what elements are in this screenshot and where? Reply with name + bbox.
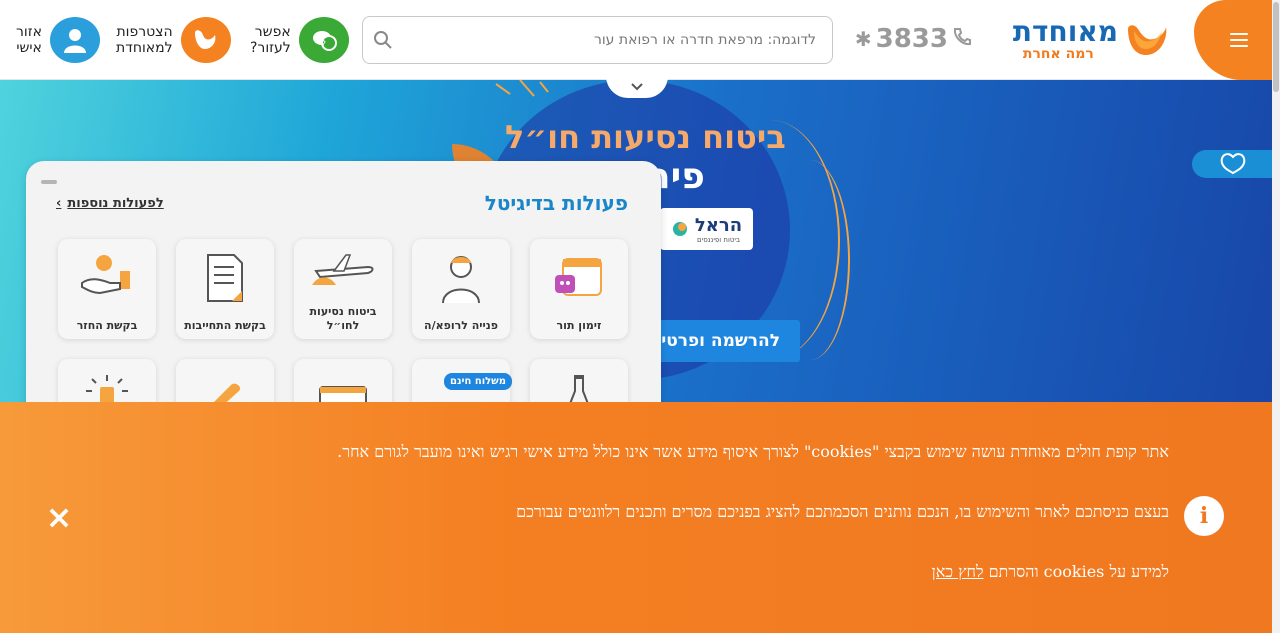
- chevron-left-icon: ›: [56, 196, 62, 211]
- partner-sub: ביטוח ופיננסים: [696, 235, 741, 244]
- join-logo-icon: [180, 17, 231, 63]
- tile-refund[interactable]: בקשת החזר: [58, 239, 156, 339]
- tile-label: בקשת החזר: [76, 319, 138, 332]
- menu-button[interactable]: [1194, 0, 1280, 80]
- document-icon: [176, 253, 274, 305]
- phone-icon: [952, 24, 972, 54]
- partner-logo: הראל ביטוח ופיננסים: [660, 208, 753, 250]
- tile-label: פנייה לרופא/ה: [424, 319, 498, 332]
- personal-label-1: אזור: [16, 24, 42, 40]
- info-icon: i: [1184, 496, 1224, 536]
- join-label-1: הצטרפות: [116, 24, 173, 40]
- cookie-text-3: למידע על cookies והסרתם לחץ כאן: [932, 562, 1169, 582]
- tile-commitment[interactable]: בקשת התחייבות: [176, 239, 274, 339]
- personal-area-button[interactable]: אזור אישי: [16, 17, 100, 63]
- airplane-decoration-icon: [490, 78, 554, 106]
- cookie-text-1: אתר קופת חולים מאוחדת עושה שימוש בקבצי "…: [337, 442, 1169, 461]
- help-label-1: אפשר: [254, 24, 291, 40]
- scrollbar-thumb[interactable]: [1273, 2, 1279, 92]
- cookie-banner: × i אתר קופת חולים מאוחדת עושה שימוש בקב…: [0, 402, 1280, 633]
- help-button[interactable]: ? אפשר לעזור?: [250, 17, 349, 63]
- scrollbar[interactable]: [1272, 0, 1280, 633]
- tile-appointment[interactable]: זימון תור: [530, 239, 628, 339]
- digital-actions-panel: פעולות בדיגיטל לפעולות נוספות › זימון תו…: [26, 161, 661, 459]
- phone-digits: 3833: [875, 24, 948, 54]
- partner-name: הראל: [694, 214, 743, 236]
- tile-label: ביטוח נסיעות לחו״ל: [309, 305, 377, 332]
- accessibility-icon: [1220, 153, 1246, 175]
- logo-tagline: רמה אחרת: [1022, 46, 1094, 62]
- airplane-icon: [294, 253, 392, 287]
- search-input[interactable]: [403, 17, 832, 63]
- hero-cta-button[interactable]: להרשמה ופרטים: [640, 320, 800, 362]
- star-icon: ✱: [854, 27, 872, 51]
- hero-title: ביטוח נסיעות חו״ל: [505, 118, 786, 156]
- accessibility-button[interactable]: [1192, 150, 1274, 178]
- partner-mark-icon: [672, 222, 687, 236]
- join-button[interactable]: הצטרפות למאוחדת: [116, 17, 231, 63]
- free-shipping-badge: משלוח חינם: [444, 373, 512, 390]
- refund-icon: [58, 253, 156, 297]
- svg-text:?: ?: [321, 40, 326, 50]
- logo[interactable]: מאוחדת רמה אחרת: [1000, 18, 1170, 62]
- user-icon: [49, 17, 100, 63]
- calendar-icon: [530, 253, 628, 301]
- tile-doctor[interactable]: פנייה לרופא/ה: [412, 239, 510, 339]
- more-actions-label: לפעולות נוספות: [67, 196, 164, 211]
- site-header: מאוחדת רמה אחרת ✱ 3833 ? אפשרלעזור? הצטר…: [0, 0, 1280, 80]
- search-box: [362, 16, 833, 64]
- cookie-info-link[interactable]: לחץ כאן: [932, 562, 984, 581]
- personal-label-2: אישי: [16, 40, 42, 56]
- panel-title: פעולות בדיגיטל: [484, 191, 628, 215]
- hamburger-icon: [1230, 33, 1248, 47]
- search-icon[interactable]: [363, 17, 403, 63]
- logo-name: מאוחדת: [1012, 15, 1118, 48]
- cookie-text-3-prefix: למידע על cookies והסרתם: [983, 562, 1169, 581]
- chat-icon: ?: [298, 17, 349, 63]
- tile-travel-insurance[interactable]: ביטוח נסיעות לחו״ל: [294, 239, 392, 339]
- tile-label: זימון תור: [556, 319, 602, 332]
- close-icon[interactable]: ×: [44, 498, 74, 536]
- drag-handle[interactable]: [41, 180, 57, 184]
- cookie-text-2: בעצם כניסתכם לאתר והשימוש בו, הנכם נותני…: [516, 502, 1169, 521]
- help-label-2: לעזור?: [250, 40, 291, 56]
- more-actions-link[interactable]: לפעולות נוספות ›: [56, 196, 164, 211]
- logo-mark-icon: [1124, 21, 1170, 59]
- chevron-down-icon: [631, 83, 643, 91]
- tile-label: בקשת התחייבות: [184, 319, 266, 332]
- phone-number[interactable]: ✱ 3833: [855, 24, 972, 54]
- doctor-icon: [412, 253, 510, 305]
- join-label-2: למאוחדת: [116, 40, 173, 56]
